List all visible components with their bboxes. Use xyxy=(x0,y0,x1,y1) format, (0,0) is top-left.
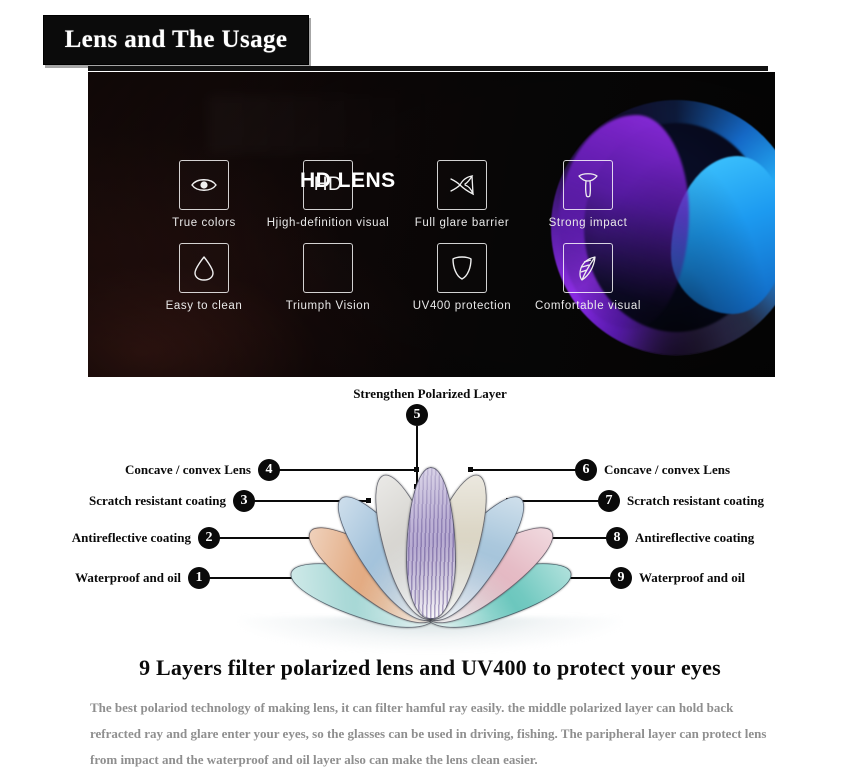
callout-badge-4: 4 xyxy=(258,459,280,481)
leader-line-2 xyxy=(218,537,322,539)
feature-label: Hjigh-definition visual xyxy=(266,217,390,229)
feature-row-2: Easy to clean Triumph Vision UV400 prote… xyxy=(150,243,660,312)
callout-label: Concave / convex Lens xyxy=(124,462,251,477)
callout-badge-1: 1 xyxy=(188,567,210,589)
hammer-icon xyxy=(563,160,613,210)
leader-dot-6 xyxy=(468,467,473,472)
callout-label: Waterproof and oil xyxy=(75,570,181,585)
callout-badge-7: 7 xyxy=(598,490,620,512)
blank-icon xyxy=(303,243,353,293)
leader-line-6 xyxy=(470,469,580,471)
callout-badge-5: 5 xyxy=(406,404,428,426)
feature-label: UV400 protection xyxy=(412,300,512,312)
leader-line-8 xyxy=(545,537,611,539)
callout-7: 7 Scratch resistant coating xyxy=(598,490,764,512)
feature-uv400-protection: UV400 protection xyxy=(398,243,526,312)
feature-grid: True colors HD Hjigh-definition visual F… xyxy=(150,160,660,312)
leader-dot-3 xyxy=(366,498,371,503)
feature-high-definition-visual: HD Hjigh-definition visual xyxy=(258,160,398,229)
hd-icon-text: HD xyxy=(313,174,343,195)
callout-label: Antireflective coating xyxy=(71,530,191,545)
feature-label: Triumph Vision xyxy=(285,300,371,312)
hd-text-icon: HD xyxy=(303,160,353,210)
callout-label: Concave / convex Lens xyxy=(604,462,731,477)
callout-label: Strengthen Polarized Layer xyxy=(353,386,507,401)
callout-top-label: Strengthen Polarized Layer xyxy=(0,385,860,403)
callout-3: Scratch resistant coating 3 xyxy=(60,490,255,512)
lens-petal xyxy=(406,467,456,619)
callout-9: 9 Waterproof and oil xyxy=(610,567,745,589)
bottom-section: 9 Layers filter polarized lens and UV400… xyxy=(0,655,860,773)
callout-badge-9: 9 xyxy=(610,567,632,589)
leader-dot-4 xyxy=(414,467,419,472)
callout-2: Antireflective coating 2 xyxy=(60,527,220,549)
water-drop-icon xyxy=(179,243,229,293)
feature-triumph-vision: Triumph Vision xyxy=(258,243,398,312)
callout-label: Antireflective coating xyxy=(635,530,755,545)
shield-icon xyxy=(437,243,487,293)
page-title: Lens and The Usage xyxy=(64,26,288,53)
eye-icon xyxy=(179,160,229,210)
callout-badge-3: 3 xyxy=(233,490,255,512)
feature-label: Strong impact xyxy=(548,217,628,229)
page-title-banner: Lens and The Usage xyxy=(43,15,309,65)
callout-label: Scratch resistant coating xyxy=(627,493,764,508)
callout-8: 8 Antireflective coating xyxy=(606,527,754,549)
feature-easy-to-clean: Easy to clean xyxy=(150,243,258,312)
feature-full-glare-barrier: Full glare barrier xyxy=(398,160,526,229)
lens-fan-illustration xyxy=(220,425,640,639)
callout-label: Waterproof and oil xyxy=(639,570,745,585)
feature-row-1: True colors HD Hjigh-definition visual F… xyxy=(150,160,660,229)
glare-rays-icon xyxy=(437,160,487,210)
feature-true-colors: True colors xyxy=(150,160,258,229)
feature-label: Full glare barrier xyxy=(414,217,510,229)
feature-label: Comfortable visual xyxy=(534,300,642,312)
badge-number: 5 xyxy=(406,404,428,426)
feature-label: Easy to clean xyxy=(165,300,243,312)
callout-6: 6 Concave / convex Lens xyxy=(575,459,730,481)
title-underbar xyxy=(88,66,768,71)
callout-badge-2: 2 xyxy=(198,527,220,549)
callout-1: Waterproof and oil 1 xyxy=(60,567,210,589)
hd-lens-hero-banner: HD LENS True colors HD Hjigh-definition … xyxy=(88,72,775,377)
callout-4: Concave / convex Lens 4 xyxy=(60,459,280,481)
nine-layer-diagram: Strengthen Polarized Layer 5 Concave / c… xyxy=(0,385,860,651)
bottom-heading: 9 Layers filter polarized lens and UV400… xyxy=(139,655,721,680)
callout-badge-8: 8 xyxy=(606,527,628,549)
feature-comfortable-visual: Comfortable visual xyxy=(526,243,650,312)
callout-badge-6: 6 xyxy=(575,459,597,481)
bottom-paragraph: The best polariod technology of making l… xyxy=(90,700,767,767)
leader-line-4 xyxy=(278,469,418,471)
feather-icon xyxy=(563,243,613,293)
feature-strong-impact: Strong impact xyxy=(526,160,650,229)
hero-glow xyxy=(208,94,438,154)
callout-label: Scratch resistant coating xyxy=(89,493,226,508)
feature-label: True colors xyxy=(172,217,236,229)
